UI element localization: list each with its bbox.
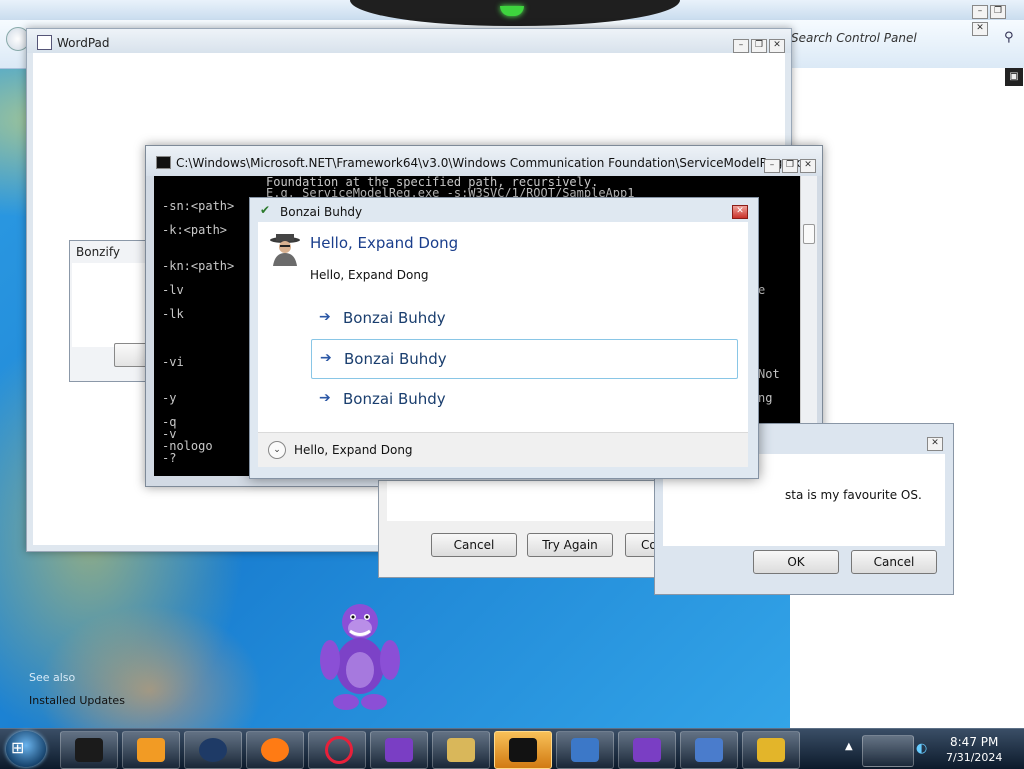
- try-again-button[interactable]: Try Again: [527, 533, 613, 557]
- agent-detective-icon: [270, 234, 300, 266]
- console-line: -?: [162, 451, 177, 465]
- close-button[interactable]: ✕: [800, 159, 816, 173]
- minimize-button[interactable]: –: [972, 5, 988, 19]
- control-panel-content: [790, 68, 1024, 728]
- media-player-icon: [137, 738, 165, 762]
- dark-globe-icon: [199, 738, 227, 762]
- maximize-button[interactable]: ❐: [990, 5, 1006, 19]
- see-also-heading: See also: [29, 671, 76, 684]
- command-link-label: Bonzai Buhdy: [344, 350, 447, 368]
- console-icon: [156, 156, 171, 169]
- wordpad-icon: [37, 35, 52, 50]
- command-link-label: Bonzai Buhdy: [343, 390, 446, 408]
- minimize-button[interactable]: –: [764, 159, 780, 173]
- bonzai-task-dialog: ✔ Bonzai Buhdy ✕ Hello, Expand Dong Hell…: [249, 197, 759, 479]
- command-link-1[interactable]: ➔ Bonzai Buhdy: [311, 299, 736, 337]
- firefox-icon: [261, 738, 289, 762]
- arrow-right-icon: ➔: [319, 390, 331, 406]
- console-title: C:\Windows\Microsoft.NET\Framework64\v3.…: [176, 156, 808, 170]
- agent-character-icon: [447, 738, 475, 762]
- ok-button[interactable]: OK: [753, 550, 839, 574]
- windows-logo-icon: ⊞: [11, 738, 25, 757]
- minimize-button[interactable]: –: [733, 39, 749, 53]
- taskbar-item-bonzi-2[interactable]: [618, 731, 676, 769]
- close-button[interactable]: ✕: [972, 22, 988, 36]
- taskbar-item-firefox[interactable]: [246, 731, 304, 769]
- taskbar-item-bonzi[interactable]: [370, 731, 428, 769]
- arrow-right-icon: ➔: [320, 350, 332, 366]
- black-cube-icon: [75, 738, 103, 762]
- clock-date[interactable]: 7/31/2024: [946, 751, 1002, 764]
- console-fragment: e: [758, 283, 766, 297]
- bonzai-dialog-footer: ⌄ Hello, Expand Dong: [258, 432, 748, 467]
- vista-message-text: sta is my favourite OS.: [785, 488, 922, 502]
- tray-app-icon[interactable]: [862, 735, 914, 767]
- console-line: -sn:<path>: [162, 199, 235, 213]
- command-link-2[interactable]: ➔ Bonzai Buhdy: [311, 339, 738, 379]
- taskbar-item-agent[interactable]: [432, 731, 490, 769]
- close-button[interactable]: ✕: [732, 205, 748, 219]
- taskbar-item-setup[interactable]: [742, 731, 800, 769]
- console-line: -kn:<path>: [162, 259, 235, 273]
- taskbar-item-opera[interactable]: [308, 731, 366, 769]
- search-input[interactable]: Search Control Panel: [791, 31, 917, 45]
- wordpad-icon: [571, 738, 599, 762]
- bonzai-dialog-title: Bonzai Buhdy: [280, 205, 363, 219]
- search-icon[interactable]: ⚲: [1004, 30, 1014, 45]
- console-window-buttons: – ❐ ✕: [764, 156, 818, 173]
- network-icon[interactable]: ◐: [916, 741, 927, 756]
- close-button[interactable]: ✕: [927, 437, 943, 451]
- taskbar: ⊞ ▲ ◐ 8:47 PM 7/31/2024: [0, 728, 1024, 769]
- console-fragment: Not: [758, 367, 780, 381]
- taskbar-item-media-player[interactable]: [122, 731, 180, 769]
- bonzai-dialog-content: Hello, Expand Dong Hello, Expand Dong ➔ …: [258, 222, 748, 432]
- wordpad-titlebar[interactable]: [27, 29, 791, 53]
- console-line: -vi: [162, 355, 184, 369]
- bonzi-icon: [633, 738, 661, 762]
- opera-icon: [325, 736, 353, 764]
- maximize-button[interactable]: ❐: [751, 39, 767, 53]
- control-panel-window-buttons: – ❐✕: [972, 2, 1024, 36]
- taskbar-item-wordpad[interactable]: [556, 731, 614, 769]
- main-instruction: Hello, Expand Dong: [310, 234, 459, 252]
- bonzify-title: Bonzify: [76, 245, 120, 259]
- bonzi-character[interactable]: [318, 600, 402, 712]
- chevron-down-icon[interactable]: ⌄: [268, 441, 286, 459]
- expander-label[interactable]: Hello, Expand Dong: [294, 443, 413, 457]
- gadget-icon[interactable]: ▣: [1005, 68, 1023, 86]
- wordpad-window-buttons: – ❐ ✕: [733, 36, 787, 53]
- console-line: -k:<path>: [162, 223, 228, 237]
- bonzi-icon: [385, 738, 413, 762]
- console-icon: [509, 738, 537, 762]
- arrow-right-icon: ➔: [319, 309, 331, 325]
- clock-time[interactable]: 8:47 PM: [950, 735, 998, 749]
- taskbar-item-dark-globe[interactable]: [184, 731, 242, 769]
- installed-updates-link[interactable]: Installed Updates: [29, 694, 125, 707]
- scrollbar-thumb[interactable]: [803, 224, 815, 244]
- console-fragment: ng: [758, 391, 773, 405]
- cancel-button[interactable]: Cancel: [851, 550, 937, 574]
- agent-shield-icon: ✔: [260, 203, 271, 217]
- cancel-button[interactable]: Cancel: [431, 533, 517, 557]
- setup-icon: [757, 738, 785, 762]
- console-line: -y: [162, 391, 177, 405]
- taskbar-item-document[interactable]: [680, 731, 738, 769]
- taskbar-item-black-box[interactable]: [60, 731, 118, 769]
- document-icon: [695, 738, 723, 762]
- console-line: -lv: [162, 283, 184, 297]
- maximize-button[interactable]: ❐: [782, 159, 798, 173]
- taskbar-item-cmd[interactable]: [494, 731, 552, 769]
- tray-expand-icon[interactable]: ▲: [845, 741, 853, 752]
- console-line: -lk: [162, 307, 184, 321]
- content-text: Hello, Expand Dong: [310, 268, 429, 282]
- command-link-label: Bonzai Buhdy: [343, 309, 446, 327]
- wordpad-title: WordPad: [57, 36, 110, 50]
- close-button[interactable]: ✕: [769, 39, 785, 53]
- command-link-3[interactable]: ➔ Bonzai Buhdy: [311, 380, 736, 418]
